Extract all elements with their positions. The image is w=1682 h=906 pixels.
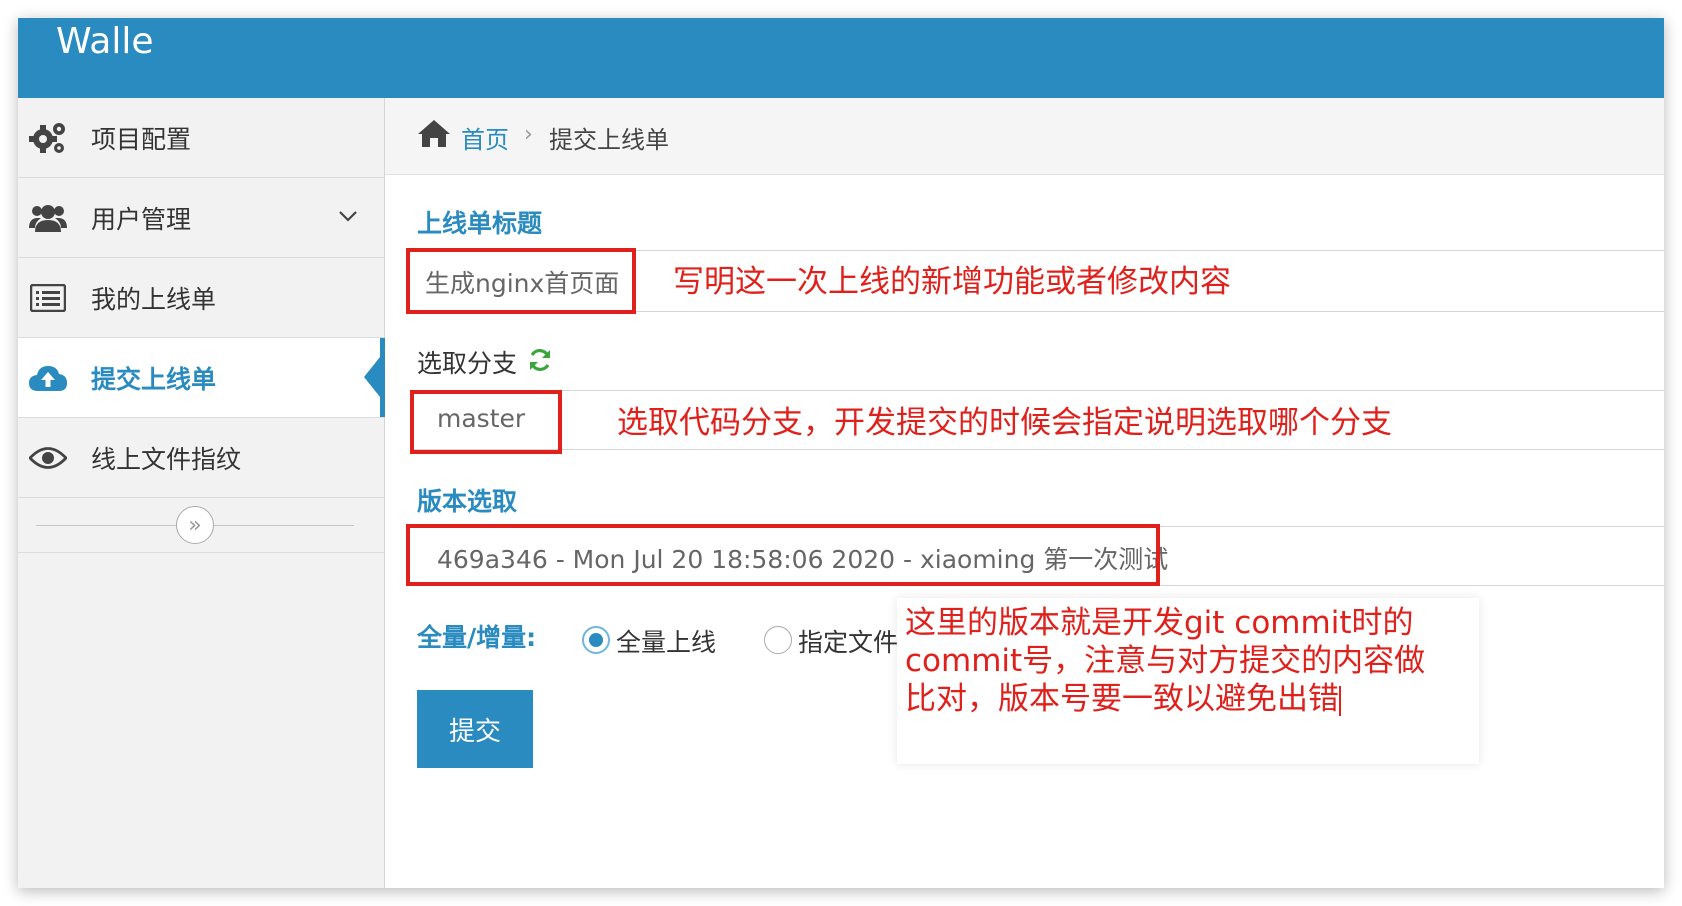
sidebar-item-my-deploys[interactable]: 我的上线单 bbox=[18, 258, 384, 338]
sidebar-item-submit-deploy[interactable]: 提交上线单 bbox=[18, 338, 385, 418]
breadcrumb: 首页 › 提交上线单 bbox=[385, 98, 1664, 175]
annotation-box-branch bbox=[410, 390, 562, 454]
sidebar-item-label: 项目配置 bbox=[91, 124, 192, 154]
sidebar-item-project-config[interactable]: 项目配置 bbox=[18, 98, 384, 178]
radio-full-deploy-label: 全量上线 bbox=[616, 628, 717, 657]
breadcrumb-current: 提交上线单 bbox=[549, 126, 669, 154]
breadcrumb-home-link[interactable]: 首页 bbox=[461, 120, 509, 155]
list-icon bbox=[28, 280, 68, 316]
annotation-branch-note: 选取代码分支，开发提交的时候会指定说明选取哪个分支 bbox=[617, 405, 1392, 441]
annotation-box-version bbox=[406, 524, 1160, 586]
annotation-line-text: 比对，版本号要一致以避免出错 bbox=[905, 681, 1339, 717]
cloud-upload-icon bbox=[28, 360, 68, 396]
sidebar-item-file-fingerprint[interactable]: 线上文件指纹 bbox=[18, 418, 384, 498]
sidebar-collapse-button[interactable]: » bbox=[176, 506, 214, 544]
radio-full-deploy[interactable] bbox=[582, 626, 610, 654]
sidebar-item-label: 我的上线单 bbox=[91, 284, 217, 314]
main-content: 首页 › 提交上线单 上线单标题 生成nginx首页面 写明这一次上线的新增功能… bbox=[385, 98, 1664, 888]
app-window: Walle 项目配置 用户管理 我的上线单 提交上线单 线上文件指纹 » 首页 … bbox=[18, 18, 1664, 888]
annotation-title-note: 写明这一次上线的新增功能或者修改内容 bbox=[673, 264, 1231, 300]
version-label: 版本选取 bbox=[417, 487, 518, 516]
eye-icon bbox=[28, 440, 68, 476]
annotation-line: 这里的版本就是开发git commit时的 bbox=[905, 605, 1414, 641]
top-header: Walle bbox=[18, 18, 1664, 98]
annotation-version-note: 这里的版本就是开发git commit时的 commit号，注意与对方提交的内容… bbox=[897, 598, 1479, 764]
home-icon[interactable] bbox=[417, 118, 451, 152]
active-indicator bbox=[364, 357, 380, 397]
annotation-box-title bbox=[406, 248, 636, 314]
radio-specific-files[interactable] bbox=[764, 626, 792, 654]
gears-icon bbox=[28, 120, 68, 156]
branch-label: 选取分支 bbox=[417, 349, 518, 378]
sidebar-item-label: 线上文件指纹 bbox=[91, 444, 242, 474]
sidebar-item-label: 提交上线单 bbox=[91, 364, 217, 394]
refresh-icon[interactable] bbox=[527, 347, 553, 377]
annotation-line: 比对，版本号要一致以避免出错 bbox=[905, 680, 1471, 718]
mode-label: 全量/增量: bbox=[417, 623, 537, 652]
sidebar-collapse-bar: » bbox=[18, 498, 384, 553]
submit-button[interactable]: 提交 bbox=[417, 690, 533, 768]
sidebar-item-label: 用户管理 bbox=[91, 204, 192, 234]
users-icon bbox=[28, 200, 68, 236]
sidebar: 项目配置 用户管理 我的上线单 提交上线单 线上文件指纹 » bbox=[18, 98, 385, 888]
annotation-spacer bbox=[905, 718, 1471, 758]
radio-specific-files-label: 指定文件 bbox=[798, 628, 899, 657]
sidebar-item-user-management[interactable]: 用户管理 bbox=[18, 178, 384, 258]
chevron-down-icon[interactable] bbox=[338, 208, 358, 227]
text-cursor bbox=[1339, 685, 1341, 716]
breadcrumb-separator-icon: › bbox=[524, 122, 533, 147]
brand-logo[interactable]: Walle bbox=[56, 20, 154, 63]
title-label: 上线单标题 bbox=[417, 209, 543, 238]
annotation-line: commit号，注意与对方提交的内容做 bbox=[905, 643, 1426, 679]
